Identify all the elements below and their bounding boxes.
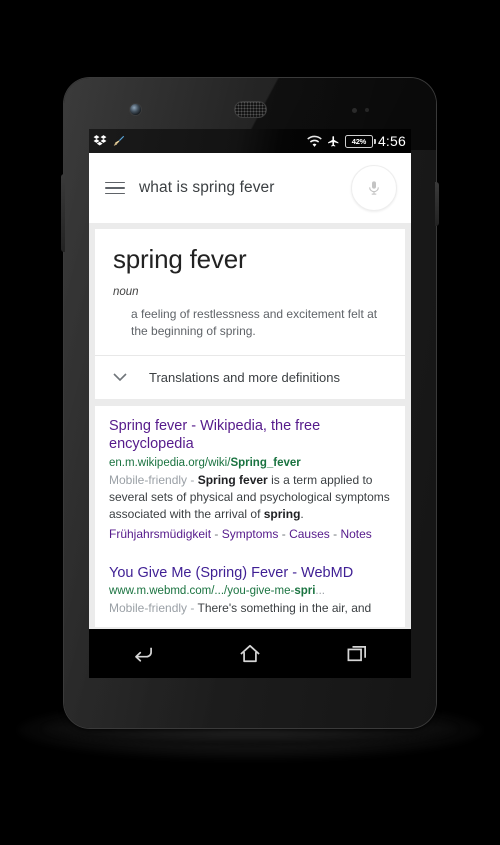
volume-rocker-button[interactable]: [61, 174, 65, 252]
recent-apps-icon: [347, 646, 367, 662]
result-title-link[interactable]: You Give Me (Spring) Fever - WebMD: [109, 564, 391, 583]
android-navigation-bar: [89, 629, 411, 678]
airplane-mode-icon: [328, 135, 339, 147]
home-icon: [240, 644, 260, 662]
hamburger-menu-icon[interactable]: [105, 181, 125, 195]
light-sensor-icon: [365, 108, 369, 112]
knowledge-panel-card: spring fever noun a feeling of restlessn…: [95, 229, 405, 399]
sitelink[interactable]: Causes: [289, 527, 330, 541]
search-input[interactable]: what is spring fever: [139, 179, 337, 197]
proximity-sensor-icon: [352, 108, 357, 113]
recent-apps-button[interactable]: [334, 637, 380, 671]
result-sitelinks: Frühjahrsmüdigkeit - Symptoms - Causes -…: [109, 526, 372, 541]
result-url: en.m.wikipedia.org/wiki/Spring_fever: [109, 456, 301, 469]
home-button[interactable]: [227, 637, 273, 671]
status-bar: 42% + 4:56: [89, 129, 411, 153]
sitelink[interactable]: Notes: [340, 527, 371, 541]
microphone-icon: [369, 181, 379, 195]
back-arrow-icon: [134, 647, 152, 662]
earpiece-speaker-icon: [234, 101, 267, 118]
translations-expand-label: Translations and more definitions: [149, 369, 341, 385]
definition-text: a feeling of restlessness and excitement…: [131, 306, 378, 339]
phone-device: 42% + 4:56 what is spring fever: [61, 78, 439, 728]
result-snippet: Mobile-friendly - Spring fever is a term…: [109, 472, 390, 521]
part-of-speech-label: noun: [113, 285, 139, 298]
search-bar: what is spring fever: [89, 153, 411, 223]
chevron-down-icon: [113, 373, 127, 381]
mobile-friendly-label: Mobile-friendly -: [109, 472, 198, 487]
back-button[interactable]: [120, 637, 166, 671]
search-results-card: Spring fever - Wikipedia, the free encyc…: [95, 405, 405, 628]
sitelink[interactable]: Frühjahrsmüdigkeit: [109, 527, 211, 541]
result-title-link[interactable]: Spring fever - Wikipedia, the free encyc…: [109, 417, 391, 454]
front-camera-icon: [130, 104, 141, 115]
cleaner-broom-icon: [113, 135, 125, 146]
system-status-icons: 42% + 4:56: [307, 133, 406, 149]
sitelink[interactable]: Symptoms: [222, 527, 279, 541]
battery-indicator: 42%: [344, 134, 376, 148]
mobile-friendly-label: Mobile-friendly -: [109, 601, 198, 616]
google-search-app: what is spring fever spring fever noun a…: [89, 153, 411, 629]
search-result-item: Spring fever - Wikipedia, the free encyc…: [95, 406, 405, 553]
phone-screen: 42% + 4:56 what is spring fever: [89, 129, 411, 678]
wifi-icon: [307, 135, 322, 147]
result-url: www.m.webmd.com/.../you-give-me-spri...: [109, 585, 326, 598]
power-button[interactable]: [435, 182, 439, 226]
notification-icons: [93, 134, 126, 148]
search-result-item: You Give Me (Spring) Fever - WebMD www.m.…: [95, 553, 405, 628]
status-bar-clock: 4:56: [377, 133, 406, 149]
page-title: spring fever: [113, 244, 247, 274]
translations-expand-row[interactable]: Translations and more definitions: [95, 356, 405, 399]
dropbox-icon: [93, 135, 107, 146]
voice-search-button[interactable]: [351, 165, 397, 211]
definition-block: spring fever noun a feeling of restlessn…: [95, 229, 405, 355]
result-snippet: Mobile-friendly - There's something in t…: [109, 601, 372, 616]
battery-percent-label: 42%: [351, 136, 367, 146]
